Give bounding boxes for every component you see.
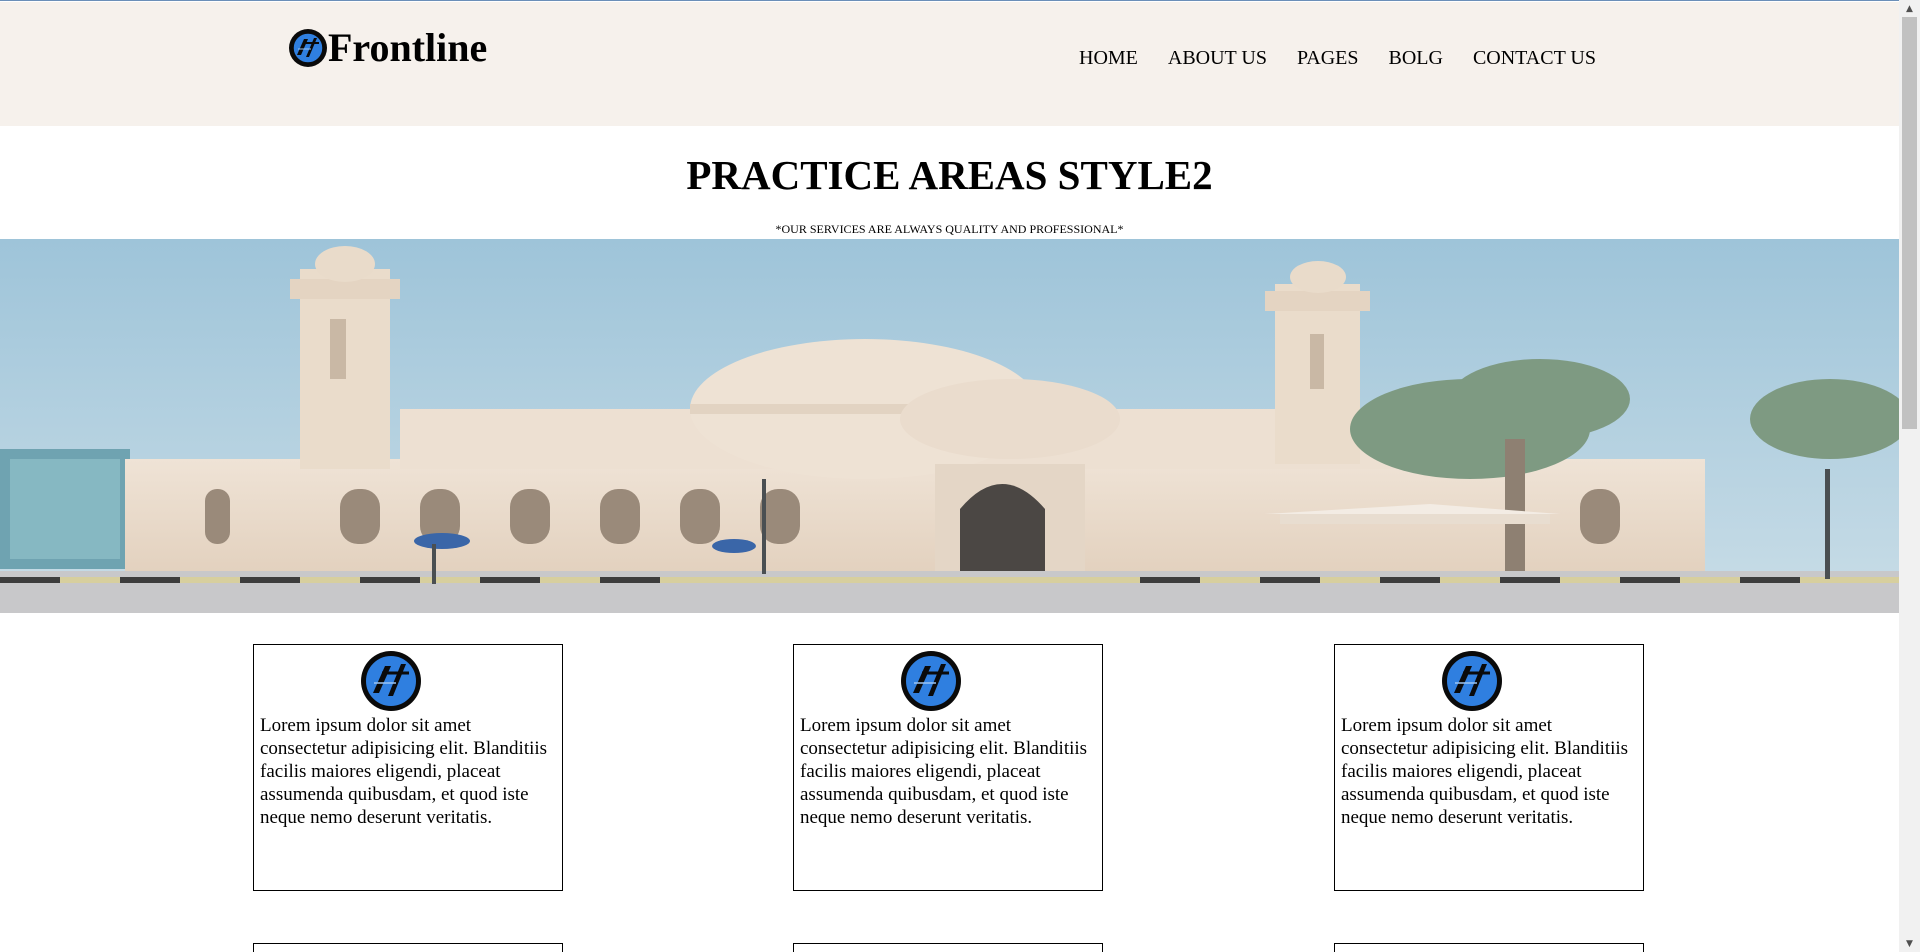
frontline-logo-icon [360, 650, 422, 712]
frontline-logo-icon [900, 650, 962, 712]
brand-name: Frontline [328, 25, 488, 70]
main-nav: HOME ABOUT US PAGES BOLG CONTACT US [1079, 46, 1626, 70]
brand[interactable]: Frontline [289, 26, 487, 70]
service-card-partial [253, 943, 563, 952]
service-card-partial [793, 943, 1103, 952]
service-card-2: Lorem ipsum dolor sit amet consectetur a… [793, 644, 1103, 891]
service-card-partial [1334, 943, 1644, 952]
service-card-3: Lorem ipsum dolor sit amet consectetur a… [1334, 644, 1644, 891]
service-card-1: Lorem ipsum dolor sit amet consectetur a… [253, 644, 563, 891]
nav-contact-us[interactable]: CONTACT US [1473, 46, 1596, 70]
nav-home[interactable]: HOME [1079, 46, 1138, 70]
frontline-logo-icon [1441, 650, 1503, 712]
frontline-logo-icon [289, 29, 327, 67]
hero-image [0, 239, 1899, 613]
card-description: Lorem ipsum dolor sit amet consectetur a… [1341, 715, 1629, 828]
scrollbar-thumb[interactable] [1902, 17, 1917, 429]
nav-pages[interactable]: PAGES [1297, 46, 1359, 70]
browser-viewport: Frontline HOME ABOUT US PAGES BOLG CONTA… [0, 0, 1899, 952]
page-subtitle: *OUR SERVICES ARE ALWAYS QUALITY AND PRO… [775, 222, 1124, 236]
chevron-down-icon[interactable]: ▼ [1899, 935, 1920, 952]
site-header: Frontline HOME ABOUT US PAGES BOLG CONTA… [0, 2, 1899, 126]
card-description: Lorem ipsum dolor sit amet consectetur a… [800, 715, 1088, 828]
card-description: Lorem ipsum dolor sit amet consectetur a… [260, 715, 548, 828]
page-title: PRACTICE AREAS STYLE2 [686, 152, 1213, 198]
vertical-scrollbar[interactable]: ▲ ▼ [1899, 0, 1920, 952]
chevron-up-icon[interactable]: ▲ [1899, 0, 1920, 17]
nav-about-us[interactable]: ABOUT US [1168, 46, 1267, 70]
nav-blog[interactable]: BOLG [1389, 46, 1443, 70]
